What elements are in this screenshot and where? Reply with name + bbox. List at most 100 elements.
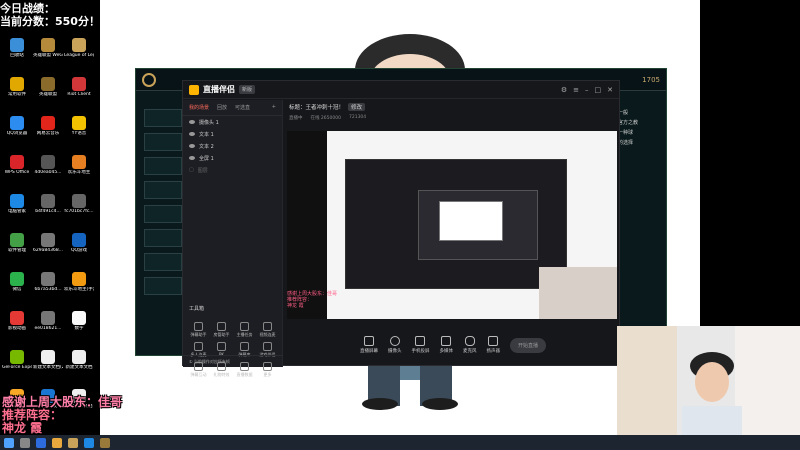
eye-icon[interactable] (189, 156, 195, 160)
desktop-icon[interactable]: 回收站 (2, 38, 32, 58)
desktop-icon[interactable]: 4d0ea045... (33, 155, 63, 175)
desktop-icon[interactable]: Riot Client (64, 77, 94, 97)
minimize-icon[interactable]: – (585, 86, 589, 94)
lol-card[interactable] (144, 277, 182, 295)
taskbar-app-icon[interactable] (36, 437, 46, 448)
desktop-icon[interactable]: 新建文本文档 (64, 350, 94, 370)
desktop-icon[interactable]: 常用软件 (2, 77, 32, 97)
app-icon (41, 311, 55, 325)
desktop-icon[interactable]: 英雄联盟 (33, 77, 63, 97)
desktop-icon[interactable]: YY语音 (64, 116, 94, 136)
taskbar-app-icon[interactable] (52, 437, 62, 448)
media-button[interactable]: 多媒体 (439, 336, 453, 354)
app-icon (10, 77, 24, 91)
lol-card[interactable] (144, 253, 182, 271)
lol-card[interactable] (144, 181, 182, 199)
tool-label: 视频连麦 (259, 332, 276, 337)
app-icon (72, 116, 86, 130)
edit-title-button[interactable]: 修改 (348, 103, 366, 111)
tool-item[interactable]: 主播任务 (233, 322, 256, 338)
webcam-shelf (617, 326, 677, 450)
lol-logo-icon[interactable] (142, 72, 156, 87)
speaker-button[interactable]: 扬声器 (486, 336, 500, 354)
desktop-icon-label: 欢乐斗地主(手游电脑版) (64, 287, 94, 292)
desktop-icon[interactable]: 数字 (64, 311, 94, 331)
taskbar-app-icon[interactable] (84, 437, 94, 448)
lol-card[interactable] (144, 157, 182, 175)
source-label: 图层 (197, 167, 208, 174)
app-icon (10, 194, 24, 208)
eye-icon[interactable] (189, 120, 195, 124)
desktop-icon[interactable]: WPS Office (2, 155, 32, 175)
source-label: 文本 1 (199, 131, 214, 138)
desktop-icon[interactable]: 6b7a53bd... (33, 272, 63, 292)
tool-item[interactable]: 视频连麦 (256, 322, 279, 338)
taskbar-app-icon[interactable] (68, 437, 78, 448)
desktop-icon[interactable]: 欢乐斗地主 (64, 155, 94, 175)
lol-chat-panel: 一般 官方之教 一种球 的选择 (618, 109, 668, 309)
source-row[interactable]: 全屏 1 (183, 152, 282, 164)
source-row[interactable]: 摄像头 1 (183, 116, 282, 128)
desktop-icon[interactable]: 629a84368... (33, 233, 63, 253)
room-title-row: 标题：王者冲刺十冠！ 修改 (289, 103, 617, 111)
screen-capture-button[interactable]: 直播屏幕 (360, 336, 378, 354)
taskbar (0, 435, 800, 450)
desktop-icon[interactable]: b4f491c4... (33, 194, 63, 214)
microphone-button[interactable]: 麦克风 (463, 336, 476, 354)
desktop-icon[interactable]: fc701bc7fc... (64, 194, 94, 214)
close-icon[interactable]: ✕ (607, 86, 613, 94)
desktop-icon[interactable]: 微信 (2, 272, 32, 292)
source-row[interactable]: ▢ 图层 (183, 164, 282, 176)
tab-optional[interactable]: 可选直 (235, 104, 250, 111)
tab-replay[interactable]: 回放 (217, 104, 227, 111)
tool-item[interactable]: 弹幕助手 (187, 322, 210, 338)
desktop-icon[interactable]: 网易云音乐 (33, 116, 63, 136)
desktop-icon[interactable]: GeForce Experience (2, 350, 32, 370)
tool-item[interactable]: 房管助手 (210, 322, 233, 338)
camera-button[interactable]: 摄像头 (388, 336, 401, 354)
stream-preview[interactable]: 感谢上周大股东：佳哥 推荐阵容： 神龙 霞 (287, 131, 617, 319)
search-icon[interactable] (20, 437, 30, 448)
app-icon (72, 194, 86, 208)
eye-icon[interactable] (189, 132, 195, 136)
start-icon[interactable] (4, 437, 14, 448)
desktop-icon[interactable]: QQ浏览器 (2, 116, 32, 136)
desktop-icon[interactable]: 新建文本文档(2) (33, 350, 63, 370)
desktop-icon[interactable]: 英雄联盟 WeGame版 (33, 38, 63, 58)
app-icon (72, 77, 86, 91)
lol-left-panel (144, 109, 182, 349)
app-icon (10, 233, 24, 247)
lol-card[interactable] (144, 205, 182, 223)
desktop-icon[interactable]: 软件管理 (2, 233, 32, 253)
desktop-icon[interactable]: 电脑管家 (2, 194, 32, 214)
source-row[interactable]: 文本 1 (183, 128, 282, 140)
desktop-icon[interactable]: League of Legends... (64, 38, 94, 58)
desktop-icon-label: 微信 (12, 287, 22, 292)
taskbar-app-icon[interactable] (100, 437, 110, 448)
tab-my-scenes[interactable]: 我的场景 (189, 104, 209, 111)
desktop-icon[interactable]: 影视动画 (2, 311, 32, 331)
desktop-icon[interactable]: 欢乐斗地主(手游电脑版) (64, 272, 94, 292)
lol-card[interactable] (144, 229, 182, 247)
start-live-button[interactable]: 开始直播 (509, 337, 546, 353)
lol-card[interactable] (144, 109, 182, 127)
add-icon[interactable]: + (272, 104, 276, 111)
desktop-icon-label: 数字 (74, 326, 84, 331)
desktop-icon-label: WPS Office (4, 170, 30, 175)
eye-icon[interactable] (189, 144, 195, 148)
phone-cast-button[interactable]: 手机投屏 (411, 336, 429, 354)
maximize-icon[interactable]: □ (595, 86, 602, 94)
app-icon (10, 116, 24, 130)
source-row[interactable]: 文本 2 (183, 140, 282, 152)
scene-tabs: 我的场景 回放 可选直 + (183, 100, 282, 116)
app-icon (72, 272, 86, 286)
desktop-icon-label: Riot Client (67, 92, 91, 97)
desktop-icon[interactable]: QQ游戏 (64, 233, 94, 253)
stream-companion-window[interactable]: 直播伴侣 新版 ⚙ ≡ – □ ✕ 我的场景 回放 可选直 + 摄像头 1 文本… (182, 80, 620, 377)
desktop-icon[interactable]: ee018621... (33, 311, 63, 331)
settings-icon[interactable]: ⚙ (561, 86, 567, 94)
tool-icon (263, 322, 272, 331)
lol-card[interactable] (144, 133, 182, 151)
version-badge[interactable]: 新版 (239, 85, 256, 94)
menu-icon[interactable]: ≡ (573, 86, 579, 94)
